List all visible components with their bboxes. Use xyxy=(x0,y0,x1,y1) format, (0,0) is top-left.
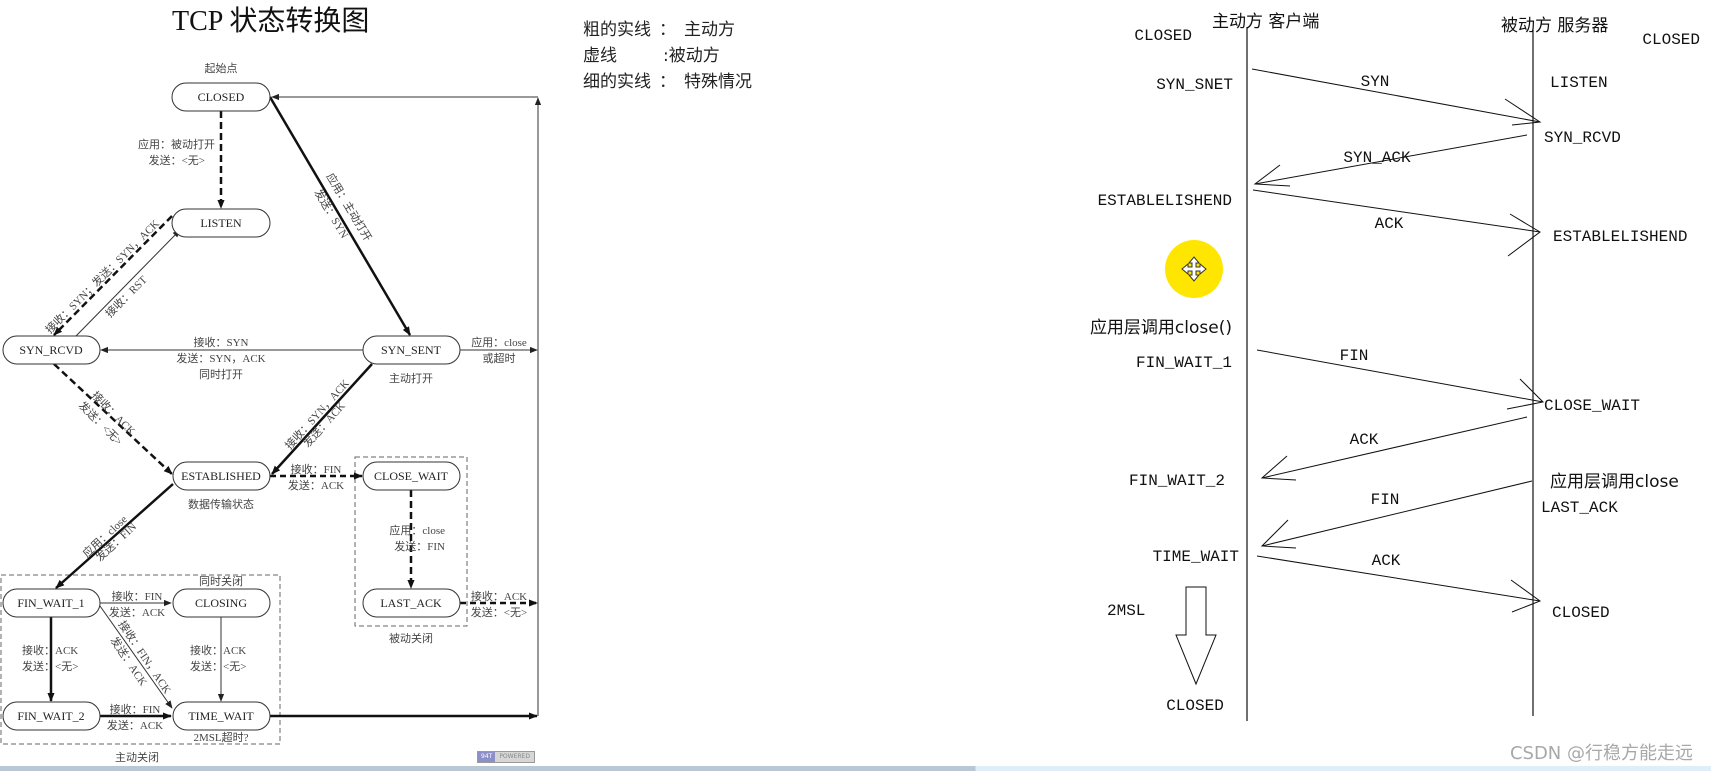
client-state-fin-wait-2: FIN_WAIT_2 xyxy=(1129,472,1225,490)
message-fin-1-label: FIN xyxy=(1340,347,1369,365)
server-app-close: 应用层调用close xyxy=(1550,472,1679,492)
bottom-scrollbar[interactable] xyxy=(0,766,1711,771)
label-synsent-close-2: 或超时 xyxy=(483,351,516,365)
server-state-last-ack: LAST_ACK xyxy=(1541,499,1618,517)
message-ack-1: ACK xyxy=(1252,189,1541,257)
annot-msl-timeout: 2MSL超时? xyxy=(194,730,249,744)
edge-labels: 应用：被动打开 发送：<无> 应用：主动打开 发送：SYN 接收：SYN；发送：… xyxy=(22,137,527,732)
client-state-time-wait: TIME_WAIT xyxy=(1153,548,1239,566)
client-msl: 2MSL xyxy=(1107,602,1145,620)
label-finwait1-finwait2-1: 接收：ACK xyxy=(22,643,78,657)
node-time-wait: TIME_WAIT xyxy=(172,701,271,731)
node-fin-wait-1-label: FIN_WAIT_1 xyxy=(17,596,84,610)
node-last-ack: LAST_ACK xyxy=(362,588,461,618)
msl-down-arrow-icon xyxy=(1175,586,1217,686)
label-established-closewait-2: 发送：ACK xyxy=(288,478,344,492)
annot-start-point: 起始点 xyxy=(205,61,238,75)
label-finwait1-finwait2-2: 发送：<无> xyxy=(22,659,78,673)
message-ack-1-label: ACK xyxy=(1375,215,1404,233)
label-established-closewait-1: 接收：FIN xyxy=(291,462,342,476)
message-fin-1: FIN xyxy=(1256,347,1545,410)
label-synsent-close-1: 应用：close xyxy=(471,335,527,349)
label-finwait1-closing-2: 发送：ACK xyxy=(109,605,165,619)
client-header: 主动方 客户端 xyxy=(1212,12,1319,32)
server-state-listen: LISTEN xyxy=(1550,74,1608,92)
message-syn-ack: SYN_ACK xyxy=(1253,134,1528,187)
message-ack-2-label: ACK xyxy=(1350,431,1379,449)
message-ack-3-label: ACK xyxy=(1372,552,1401,570)
message-syn-label: SYN xyxy=(1361,73,1390,91)
label-listen-synrcvd: 接收：SYN；发送：SYN，ACK xyxy=(42,216,162,336)
node-closing-label: CLOSING xyxy=(195,596,247,610)
label-synsent-synrcvd-1: 接收：SYN xyxy=(193,335,248,349)
node-established-label: ESTABLISHED xyxy=(181,469,261,483)
node-closed: CLOSED xyxy=(171,82,271,112)
node-close-wait-label: CLOSE_WAIT xyxy=(374,469,449,483)
cursor-highlight xyxy=(1165,240,1223,298)
label-lastack-closed-2: 发送：<无> xyxy=(471,605,527,619)
label-closing-timewait-2: 发送：<无> xyxy=(190,659,246,673)
label-closing-timewait-1: 接收：ACK xyxy=(190,643,246,657)
message-fin-2: FIN xyxy=(1260,480,1533,549)
legend: 粗的实线：主动方 虚线:被动方 细的实线：特殊情况 xyxy=(583,20,752,92)
label-lastack-closed-1: 接收：ACK xyxy=(471,589,527,603)
annot-data-transfer: 数据传输状态 xyxy=(188,497,254,511)
label-finwait1-closing-1: 接收：FIN xyxy=(112,589,163,603)
diagram-title: TCP 状态转换图 xyxy=(172,5,369,37)
message-fin-2-label: FIN xyxy=(1371,491,1400,509)
client-state-fin-wait-1: FIN_WAIT_1 xyxy=(1136,354,1232,372)
node-syn-rcvd-label: SYN_RCVD xyxy=(19,343,83,357)
message-ack-3: ACK xyxy=(1256,552,1542,613)
node-syn-sent-label: SYN_SENT xyxy=(381,343,442,357)
server-state-closed: CLOSED xyxy=(1552,604,1610,622)
message-syn: SYN xyxy=(1251,68,1542,126)
server-state-syn-rcvd: SYN_RCVD xyxy=(1544,129,1621,147)
label-finwait2-timewait-2: 发送：ACK xyxy=(107,718,163,732)
server-state-closed-top: CLOSED xyxy=(1642,31,1700,49)
node-fin-wait-2: FIN_WAIT_2 xyxy=(2,701,101,731)
label-finwait2-timewait-1: 接收：FIN xyxy=(110,702,161,716)
powered-badge: 94T POWERED xyxy=(477,751,535,763)
label-synsent-synrcvd-2: 发送：SYN，ACK xyxy=(176,351,265,365)
annot-active-open: 主动打开 xyxy=(389,371,433,385)
csdn-watermark: CSDN @行稳方能走远 xyxy=(1509,743,1693,764)
badge-left: 94T xyxy=(478,752,496,762)
canvas: TCP 状态转换图 CLOSED LISTEN SYN_RCVD SYN_SEN… xyxy=(0,5,1700,764)
node-listen-label: LISTEN xyxy=(200,216,242,230)
client-state-syn-sent: SYN_SNET xyxy=(1156,76,1233,94)
annot-active-close: 主动关闭 xyxy=(115,750,159,764)
server-header: 被动方 服务器 xyxy=(1501,16,1608,36)
sequence-diagram: 主动方 客户端 被动方 服务器 CLOSED SYN_SNET ESTABLEL… xyxy=(1090,12,1700,721)
client-state-established: ESTABLELISHEND xyxy=(1098,192,1232,210)
server-state-established: ESTABLELISHEND xyxy=(1553,228,1687,246)
node-listen: LISTEN xyxy=(171,208,271,238)
label-closewait-lastack-1: 应用：close xyxy=(389,523,445,537)
annot-simultaneous-close: 同时关闭 xyxy=(199,574,243,588)
client-state-closed-bottom: CLOSED xyxy=(1166,697,1224,715)
node-closing: CLOSING xyxy=(172,588,271,618)
label-synsent-synrcvd-3: 同时打开 xyxy=(199,367,243,381)
client-app-close: 应用层调用close() xyxy=(1090,318,1232,338)
label-closed-listen-1: 应用：被动打开 xyxy=(138,137,215,151)
annot-passive-close: 被动关闭 xyxy=(389,631,433,645)
node-syn-sent: SYN_SENT xyxy=(362,335,461,365)
node-fin-wait-2-label: FIN_WAIT_2 xyxy=(17,709,84,723)
badge-right: POWERED xyxy=(495,752,534,762)
message-ack-2: ACK xyxy=(1260,416,1528,481)
node-time-wait-label: TIME_WAIT xyxy=(188,709,254,723)
node-close-wait: CLOSE_WAIT xyxy=(362,461,461,491)
label-closewait-lastack-2: 发送：FIN xyxy=(394,539,445,553)
node-closed-label: CLOSED xyxy=(198,90,245,104)
label-closed-listen-2: 发送：<无> xyxy=(149,153,205,167)
node-last-ack-label: LAST_ACK xyxy=(380,596,442,610)
node-syn-rcvd: SYN_RCVD xyxy=(2,335,101,365)
message-syn-ack-label: SYN_ACK xyxy=(1343,149,1411,167)
legend-item-thick: 粗的实线：主动方 xyxy=(583,20,735,40)
legend-item-thin: 细的实线：特殊情况 xyxy=(583,72,752,92)
node-fin-wait-1: FIN_WAIT_1 xyxy=(2,588,101,618)
legend-item-dashed: 虚线:被动方 xyxy=(583,46,720,66)
node-established: ESTABLISHED xyxy=(172,461,271,491)
client-state-closed-top: CLOSED xyxy=(1134,27,1192,45)
server-state-close-wait: CLOSE_WAIT xyxy=(1544,397,1640,415)
